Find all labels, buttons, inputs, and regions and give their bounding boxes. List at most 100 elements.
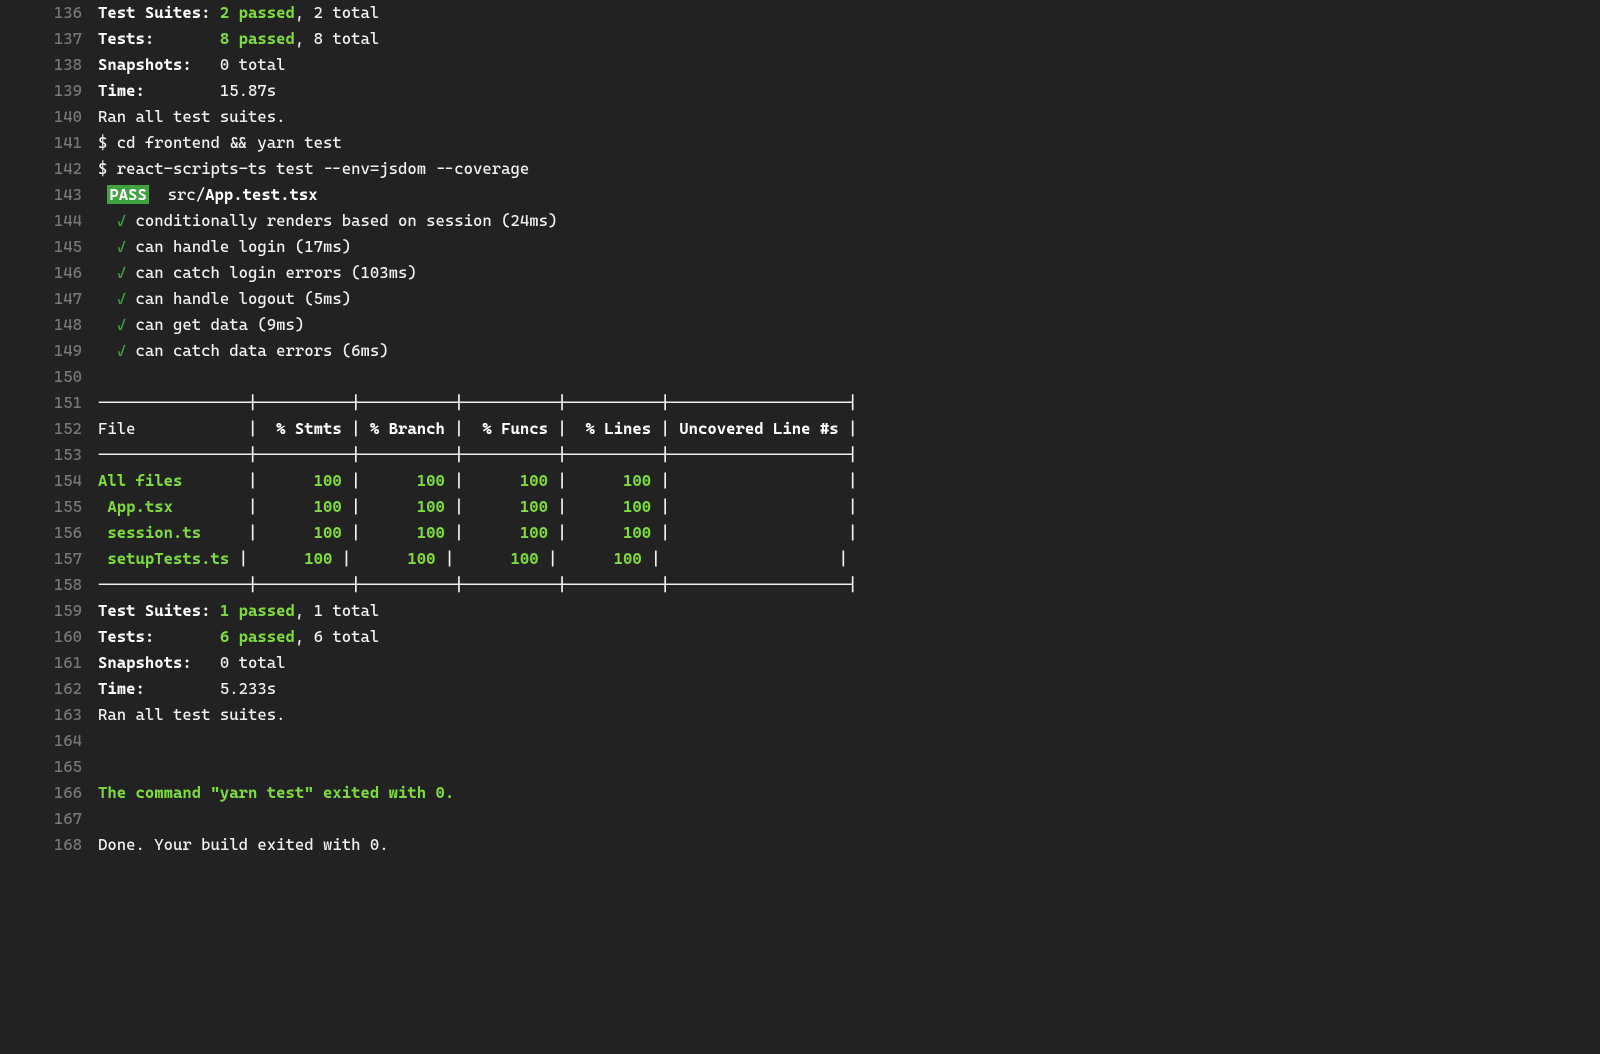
line-number: 143 xyxy=(0,182,98,208)
log-line[interactable]: 148 ✓ can get data (9ms) xyxy=(0,312,1600,338)
log-line[interactable]: 157 setupTests.ts | 100 | 100 | 100 | 10… xyxy=(0,546,1600,572)
line-content: All files | 100 | 100 | 100 | 100 | | xyxy=(98,468,1600,494)
line-content xyxy=(98,754,1600,780)
log-line[interactable]: 167 xyxy=(0,806,1600,832)
line-number: 144 xyxy=(0,208,98,234)
line-content: Ran all test suites. xyxy=(98,702,1600,728)
line-number: 159 xyxy=(0,598,98,624)
line-number: 166 xyxy=(0,780,98,806)
log-line[interactable]: 144 ✓ conditionally renders based on ses… xyxy=(0,208,1600,234)
check-icon: ✓ xyxy=(117,263,126,282)
line-number: 141 xyxy=(0,130,98,156)
line-content: ----------------|----------|----------|-… xyxy=(98,390,1600,416)
line-content: ✓ can handle login (17ms) xyxy=(98,234,1600,260)
line-number: 151 xyxy=(0,390,98,416)
line-number: 167 xyxy=(0,806,98,832)
check-icon: ✓ xyxy=(117,341,126,360)
line-content: File | % Stmts | % Branch | % Funcs | % … xyxy=(98,416,1600,442)
check-icon: ✓ xyxy=(117,289,126,308)
line-content: Snapshots: 0 total xyxy=(98,650,1600,676)
line-number: 165 xyxy=(0,754,98,780)
check-icon: ✓ xyxy=(117,237,126,256)
line-content: ✓ conditionally renders based on session… xyxy=(98,208,1600,234)
line-content: App.tsx | 100 | 100 | 100 | 100 | | xyxy=(98,494,1600,520)
terminal-log: 136Test Suites: 2 passed, 2 total137Test… xyxy=(0,0,1600,888)
log-line[interactable]: 139Time: 15.87s xyxy=(0,78,1600,104)
line-content: Ran all test suites. xyxy=(98,104,1600,130)
line-number: 153 xyxy=(0,442,98,468)
line-number: 156 xyxy=(0,520,98,546)
log-line[interactable]: 168Done. Your build exited with 0. xyxy=(0,832,1600,858)
log-line[interactable]: 160Tests: 6 passed, 6 total xyxy=(0,624,1600,650)
line-content: Test Suites: 1 passed, 1 total xyxy=(98,598,1600,624)
line-number: 138 xyxy=(0,52,98,78)
line-number: 158 xyxy=(0,572,98,598)
log-line[interactable]: 141$ cd frontend && yarn test xyxy=(0,130,1600,156)
line-content: Time: 5.233s xyxy=(98,676,1600,702)
line-number: 154 xyxy=(0,468,98,494)
log-line[interactable]: 163Ran all test suites. xyxy=(0,702,1600,728)
pass-badge: PASS xyxy=(107,185,149,204)
log-line[interactable]: 152File | % Stmts | % Branch | % Funcs |… xyxy=(0,416,1600,442)
log-line[interactable]: 151----------------|----------|---------… xyxy=(0,390,1600,416)
log-line[interactable]: 154All files | 100 | 100 | 100 | 100 | | xyxy=(0,468,1600,494)
line-number: 161 xyxy=(0,650,98,676)
line-content xyxy=(98,364,1600,390)
log-line[interactable]: 138Snapshots: 0 total xyxy=(0,52,1600,78)
log-line[interactable]: 166The command "yarn test" exited with 0… xyxy=(0,780,1600,806)
log-line[interactable]: 156 session.ts | 100 | 100 | 100 | 100 |… xyxy=(0,520,1600,546)
line-content: Tests: 6 passed, 6 total xyxy=(98,624,1600,650)
log-line[interactable]: 137Tests: 8 passed, 8 total xyxy=(0,26,1600,52)
log-line[interactable]: 164 xyxy=(0,728,1600,754)
line-number: 142 xyxy=(0,156,98,182)
log-line[interactable]: 143 PASS src/App.test.tsx xyxy=(0,182,1600,208)
line-number: 139 xyxy=(0,78,98,104)
line-number: 136 xyxy=(0,0,98,26)
log-line[interactable]: 140Ran all test suites. xyxy=(0,104,1600,130)
log-line[interactable]: 136Test Suites: 2 passed, 2 total xyxy=(0,0,1600,26)
line-content: Snapshots: 0 total xyxy=(98,52,1600,78)
line-number: 164 xyxy=(0,728,98,754)
log-line[interactable]: 155 App.tsx | 100 | 100 | 100 | 100 | | xyxy=(0,494,1600,520)
log-line[interactable]: 153----------------|----------|---------… xyxy=(0,442,1600,468)
line-number: 152 xyxy=(0,416,98,442)
line-number: 168 xyxy=(0,832,98,858)
line-number: 149 xyxy=(0,338,98,364)
log-line[interactable]: 142$ react-scripts-ts test --env=jsdom -… xyxy=(0,156,1600,182)
line-content: ✓ can get data (9ms) xyxy=(98,312,1600,338)
log-line[interactable]: 159Test Suites: 1 passed, 1 total xyxy=(0,598,1600,624)
line-content: ✓ can handle logout (5ms) xyxy=(98,286,1600,312)
line-number: 147 xyxy=(0,286,98,312)
line-content xyxy=(98,728,1600,754)
line-content: $ react-scripts-ts test --env=jsdom --co… xyxy=(98,156,1600,182)
log-line[interactable]: 165 xyxy=(0,754,1600,780)
line-number: 137 xyxy=(0,26,98,52)
line-number: 146 xyxy=(0,260,98,286)
log-line[interactable]: 158----------------|----------|---------… xyxy=(0,572,1600,598)
line-number: 160 xyxy=(0,624,98,650)
line-content: ----------------|----------|----------|-… xyxy=(98,572,1600,598)
line-content: Test Suites: 2 passed, 2 total xyxy=(98,0,1600,26)
line-content xyxy=(98,806,1600,832)
log-line[interactable]: 162Time: 5.233s xyxy=(0,676,1600,702)
line-number: 150 xyxy=(0,364,98,390)
log-line[interactable]: 147 ✓ can handle logout (5ms) xyxy=(0,286,1600,312)
line-number: 163 xyxy=(0,702,98,728)
line-number: 145 xyxy=(0,234,98,260)
line-content: ✓ can catch login errors (103ms) xyxy=(98,260,1600,286)
check-icon: ✓ xyxy=(117,211,126,230)
log-line[interactable]: 146 ✓ can catch login errors (103ms) xyxy=(0,260,1600,286)
line-number: 155 xyxy=(0,494,98,520)
line-content: setupTests.ts | 100 | 100 | 100 | 100 | … xyxy=(98,546,1600,572)
line-number: 157 xyxy=(0,546,98,572)
line-content: PASS src/App.test.tsx xyxy=(98,182,1600,208)
line-content: ✓ can catch data errors (6ms) xyxy=(98,338,1600,364)
log-line[interactable]: 145 ✓ can handle login (17ms) xyxy=(0,234,1600,260)
line-content: The command "yarn test" exited with 0. xyxy=(98,780,1600,806)
line-number: 140 xyxy=(0,104,98,130)
log-line[interactable]: 149 ✓ can catch data errors (6ms) xyxy=(0,338,1600,364)
check-icon: ✓ xyxy=(117,315,126,334)
log-line[interactable]: 150 xyxy=(0,364,1600,390)
line-content: Tests: 8 passed, 8 total xyxy=(98,26,1600,52)
log-line[interactable]: 161Snapshots: 0 total xyxy=(0,650,1600,676)
